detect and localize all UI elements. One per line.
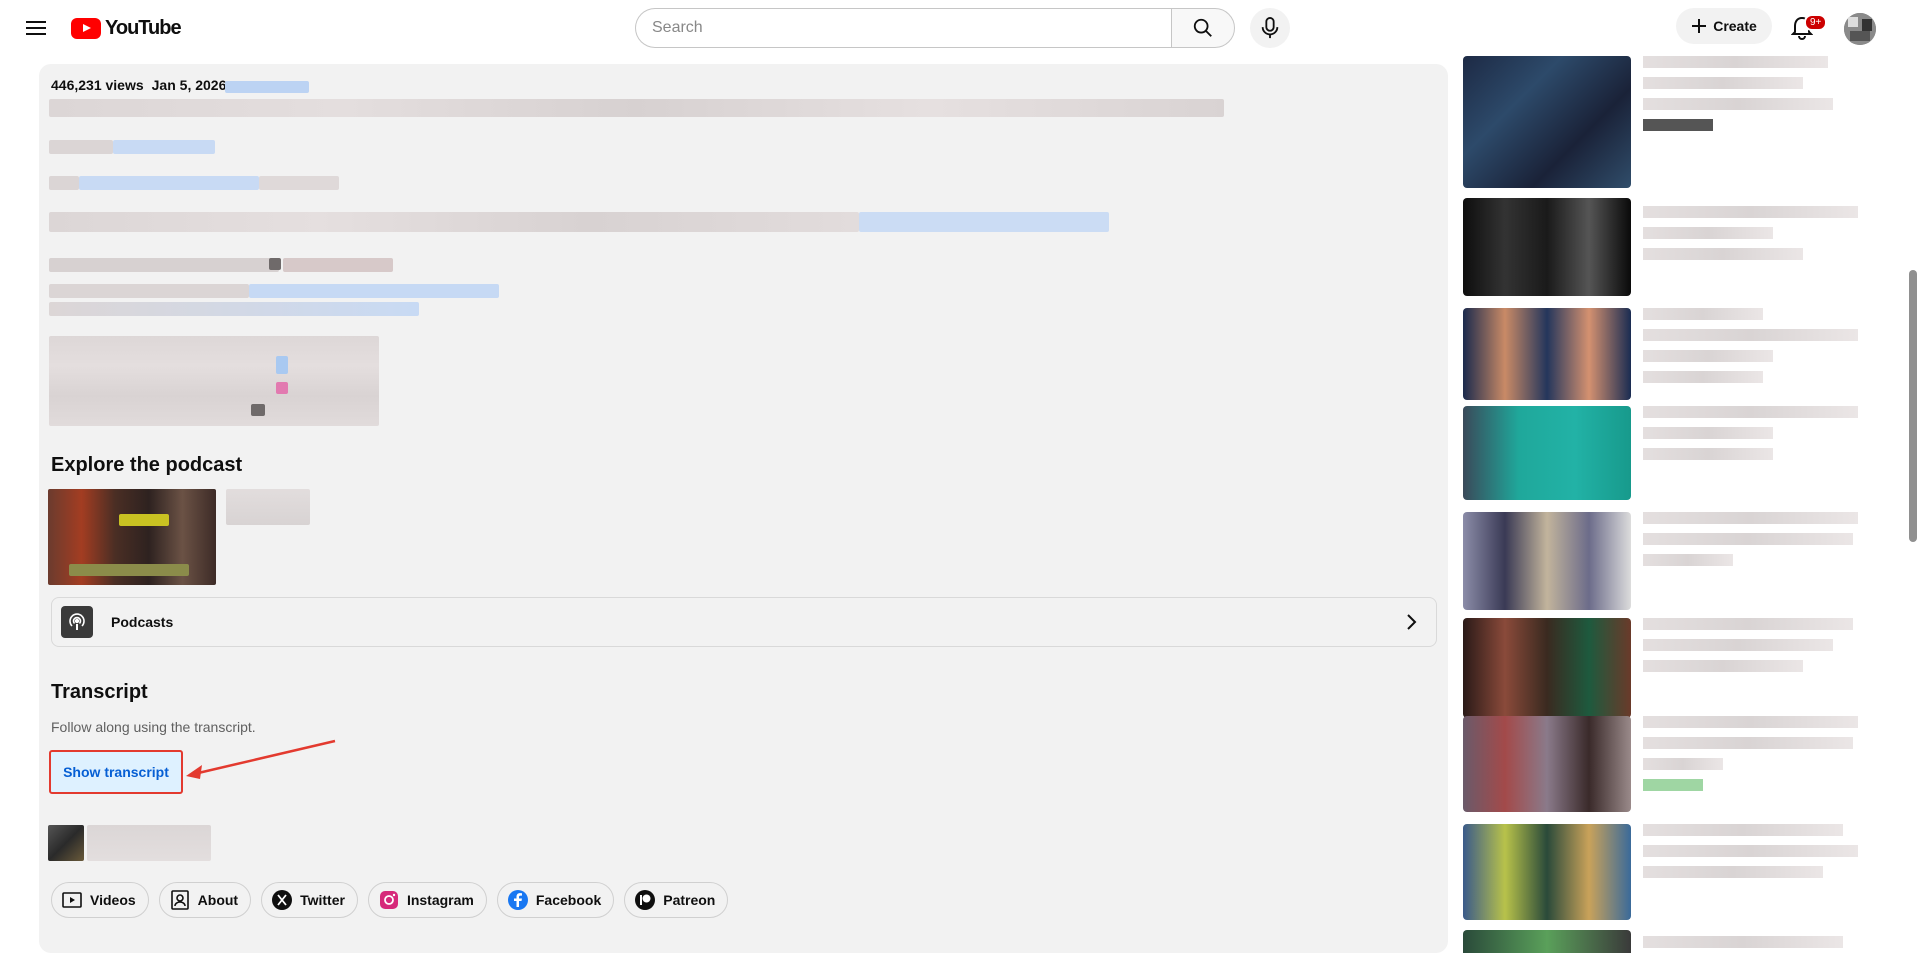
blurred-text: [49, 284, 249, 298]
podcast-thumbnail-detail: [119, 514, 169, 526]
rec-thumbnail[interactable]: [1463, 308, 1631, 400]
rec-thumbnail[interactable]: [1463, 198, 1631, 296]
search-button[interactable]: [1171, 8, 1235, 48]
rec-thumbnail[interactable]: [1463, 618, 1631, 718]
rec-info[interactable]: [1643, 406, 1863, 469]
logo-text: YouTube: [105, 16, 182, 39]
blurred-link: [113, 140, 215, 154]
blurred-link: [859, 212, 1109, 232]
video-icon: [62, 890, 82, 910]
videos-link[interactable]: Videos: [51, 882, 149, 918]
rec-info[interactable]: [1643, 206, 1858, 269]
channel-links: Videos About Twitter Instagram Facebook …: [51, 882, 729, 918]
instagram-link[interactable]: Instagram: [367, 882, 487, 918]
podcast-thumbnail-detail: [69, 564, 189, 576]
facebook-icon: [507, 890, 528, 910]
youtube-play-icon: [71, 17, 101, 39]
blurred-text: [49, 140, 113, 154]
instagram-label: Instagram: [406, 892, 474, 908]
rec-info[interactable]: [1643, 824, 1863, 887]
channel-avatar[interactable]: [48, 825, 84, 861]
rec-thumbnail[interactable]: [1463, 930, 1631, 953]
rec-thumbnail[interactable]: [1463, 824, 1631, 920]
show-transcript-button[interactable]: Show transcript: [49, 750, 183, 794]
blurred-text: [49, 258, 279, 272]
twitter-link[interactable]: Twitter: [261, 882, 358, 918]
youtube-logo[interactable]: YouTube: [71, 15, 182, 41]
blurred-link: [79, 176, 259, 190]
facebook-link[interactable]: Facebook: [496, 882, 615, 918]
person-icon: [170, 890, 190, 910]
menu-icon[interactable]: [20, 12, 52, 44]
rec-info[interactable]: [1643, 56, 1838, 140]
rec-info[interactable]: [1643, 618, 1858, 681]
rec-info[interactable]: [1643, 716, 1863, 800]
view-count: 446,231 views: [51, 77, 144, 93]
blurred-text: [49, 336, 379, 426]
rec-info[interactable]: [1643, 936, 1858, 953]
instagram-icon: [379, 890, 399, 910]
podcast-icon: [61, 606, 93, 638]
patreon-label: Patreon: [663, 892, 716, 908]
podcast-section-title: Explore the podcast: [51, 454, 243, 476]
create-button[interactable]: Create: [1676, 8, 1772, 44]
rec-info[interactable]: [1643, 308, 1863, 392]
podcasts-label: Podcasts: [111, 614, 174, 630]
search-input[interactable]: [635, 8, 1171, 48]
blurred-text: [276, 382, 288, 394]
videos-label: Videos: [90, 892, 136, 908]
upload-date: Jan 5, 2026: [151, 77, 227, 93]
chevron-right-icon: [1400, 610, 1424, 634]
x-icon: [272, 890, 293, 910]
microphone-icon: [1261, 17, 1279, 39]
transcript-subtitle: Follow along using the transcript.: [51, 719, 256, 735]
blurred-text: [49, 212, 859, 232]
podcast-title-blurred[interactable]: [226, 489, 310, 525]
search-icon: [1193, 18, 1212, 37]
twitter-label: Twitter: [300, 892, 345, 908]
blurred-link: [249, 284, 499, 298]
search-bar: [635, 8, 1235, 48]
description-panel: 446,231 views Jan 5, 2026 Explore the pod…: [39, 64, 1448, 953]
podcasts-row[interactable]: Podcasts: [51, 597, 1437, 647]
blurred-text: [283, 258, 393, 272]
blurred-text: [251, 404, 265, 416]
rec-thumbnail[interactable]: [1463, 56, 1631, 188]
recommendations: [1463, 56, 1873, 953]
blurred-text: [269, 258, 281, 270]
notifications-button[interactable]: 9+: [1782, 8, 1828, 48]
voice-search-button[interactable]: [1250, 8, 1290, 48]
facebook-label: Facebook: [535, 892, 602, 908]
blurred-text: [276, 356, 288, 374]
scrollbar-thumb[interactable]: [1909, 270, 1917, 542]
rec-thumbnail[interactable]: [1463, 406, 1631, 500]
patreon-icon: [635, 890, 656, 910]
patreon-link[interactable]: Patreon: [624, 882, 729, 918]
blurred-text: [49, 176, 79, 190]
about-link[interactable]: About: [158, 882, 252, 918]
rec-info[interactable]: [1643, 512, 1863, 575]
blurred-text: [49, 99, 1224, 117]
notification-badge: 9+: [1804, 14, 1828, 31]
masthead: YouTube Create 9+: [0, 0, 1920, 56]
about-label: About: [197, 892, 239, 908]
create-label: Create: [1713, 18, 1757, 34]
blurred-text: [259, 176, 339, 190]
blurred-link: [225, 81, 309, 93]
transcript-title: Transcript: [51, 681, 148, 703]
blurred-link: [49, 302, 419, 316]
channel-name-blurred[interactable]: [87, 825, 211, 861]
avatar[interactable]: [1844, 13, 1876, 45]
plus-icon: [1692, 19, 1707, 33]
rec-thumbnail[interactable]: [1463, 716, 1631, 812]
video-meta: 446,231 views Jan 5, 2026: [51, 77, 234, 93]
rec-thumbnail[interactable]: [1463, 512, 1631, 610]
